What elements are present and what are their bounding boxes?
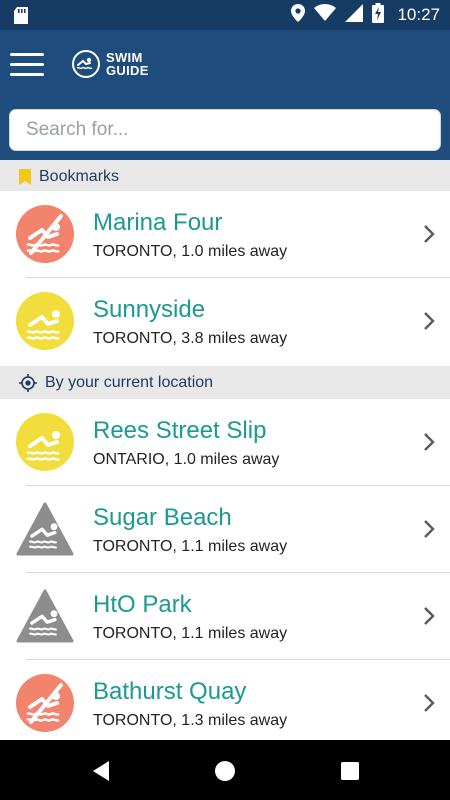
beach-list-item[interactable]: Sugar Beach TORONTO, 1.1 miles away (0, 486, 450, 573)
search-input[interactable] (9, 109, 441, 151)
chevron-right-icon (424, 312, 435, 330)
search-bar (0, 100, 450, 160)
hamburger-line (10, 63, 44, 66)
beach-name: Rees Street Slip (93, 417, 267, 444)
wifi-icon (314, 4, 337, 26)
beach-location: ONTARIO, 1.0 miles away (93, 451, 280, 468)
hamburger-icon (10, 53, 44, 56)
bookmarks-label: Bookmarks (39, 168, 120, 185)
back-button[interactable] (88, 758, 114, 784)
beach-name: Bathurst Quay (93, 678, 247, 705)
chevron-right-icon (424, 694, 435, 712)
nearby-label: By your current location (45, 374, 214, 391)
swimmer-logo-icon (72, 50, 100, 78)
location-icon (291, 3, 306, 27)
status-bar: 10:27 (0, 0, 450, 30)
beach-name: Sugar Beach (93, 504, 232, 531)
recents-icon (341, 762, 359, 780)
battery-charging-icon (372, 2, 385, 28)
bookmark-icon (19, 169, 31, 185)
sd-card-icon (14, 7, 28, 29)
logo-text: SWIM GUIDE (106, 51, 149, 77)
beach-list-item[interactable]: Bathurst Quay TORONTO, 1.3 miles away (0, 660, 450, 740)
home-icon (215, 761, 235, 781)
swim-status-icon (16, 413, 74, 471)
beach-location: TORONTO, 1.1 miles away (93, 538, 288, 555)
chevron-right-icon (424, 433, 435, 451)
unknown-status-icon (16, 587, 74, 645)
hamburger-line (10, 73, 44, 76)
beach-name: Sunnyside (93, 296, 206, 323)
signal-icon (345, 3, 364, 27)
logo-line2: GUIDE (106, 63, 149, 78)
beach-list-item[interactable]: Sunnyside TORONTO, 3.8 miles away (0, 278, 450, 366)
unknown-status-icon (16, 500, 74, 558)
beach-name: HtO Park (93, 591, 192, 618)
app-bar: SWIM GUIDE (0, 30, 450, 100)
chevron-right-icon (424, 225, 435, 243)
status-time: 10:27 (397, 5, 440, 24)
beach-name: Marina Four (93, 209, 223, 236)
beach-list-item[interactable]: Rees Street Slip ONTARIO, 1.0 miles away (0, 399, 450, 486)
beach-list-item[interactable]: HtO Park TORONTO, 1.1 miles away (0, 573, 450, 660)
chevron-right-icon (424, 607, 435, 625)
my-location-icon (19, 374, 37, 392)
no-swim-status-icon (16, 674, 74, 732)
beach-location: TORONTO, 3.8 miles away (93, 330, 288, 347)
home-button[interactable] (212, 758, 238, 784)
beach-location: TORONTO, 1.1 miles away (93, 625, 288, 642)
beach-location: TORONTO, 1.3 miles away (93, 712, 288, 729)
app-logo: SWIM GUIDE (72, 50, 149, 78)
beach-list-item[interactable]: Marina Four TORONTO, 1.0 miles away (0, 191, 450, 278)
bookmarks-header: Bookmarks (0, 160, 450, 194)
system-nav-bar (0, 740, 450, 800)
back-icon (93, 761, 109, 781)
recents-button[interactable] (337, 758, 363, 784)
beach-location: TORONTO, 1.0 miles away (93, 243, 288, 260)
chevron-right-icon (424, 520, 435, 538)
nearby-header: By your current location (0, 366, 450, 400)
menu-button[interactable] (10, 53, 44, 77)
swim-status-icon (16, 292, 74, 350)
no-swim-status-icon (16, 205, 74, 263)
